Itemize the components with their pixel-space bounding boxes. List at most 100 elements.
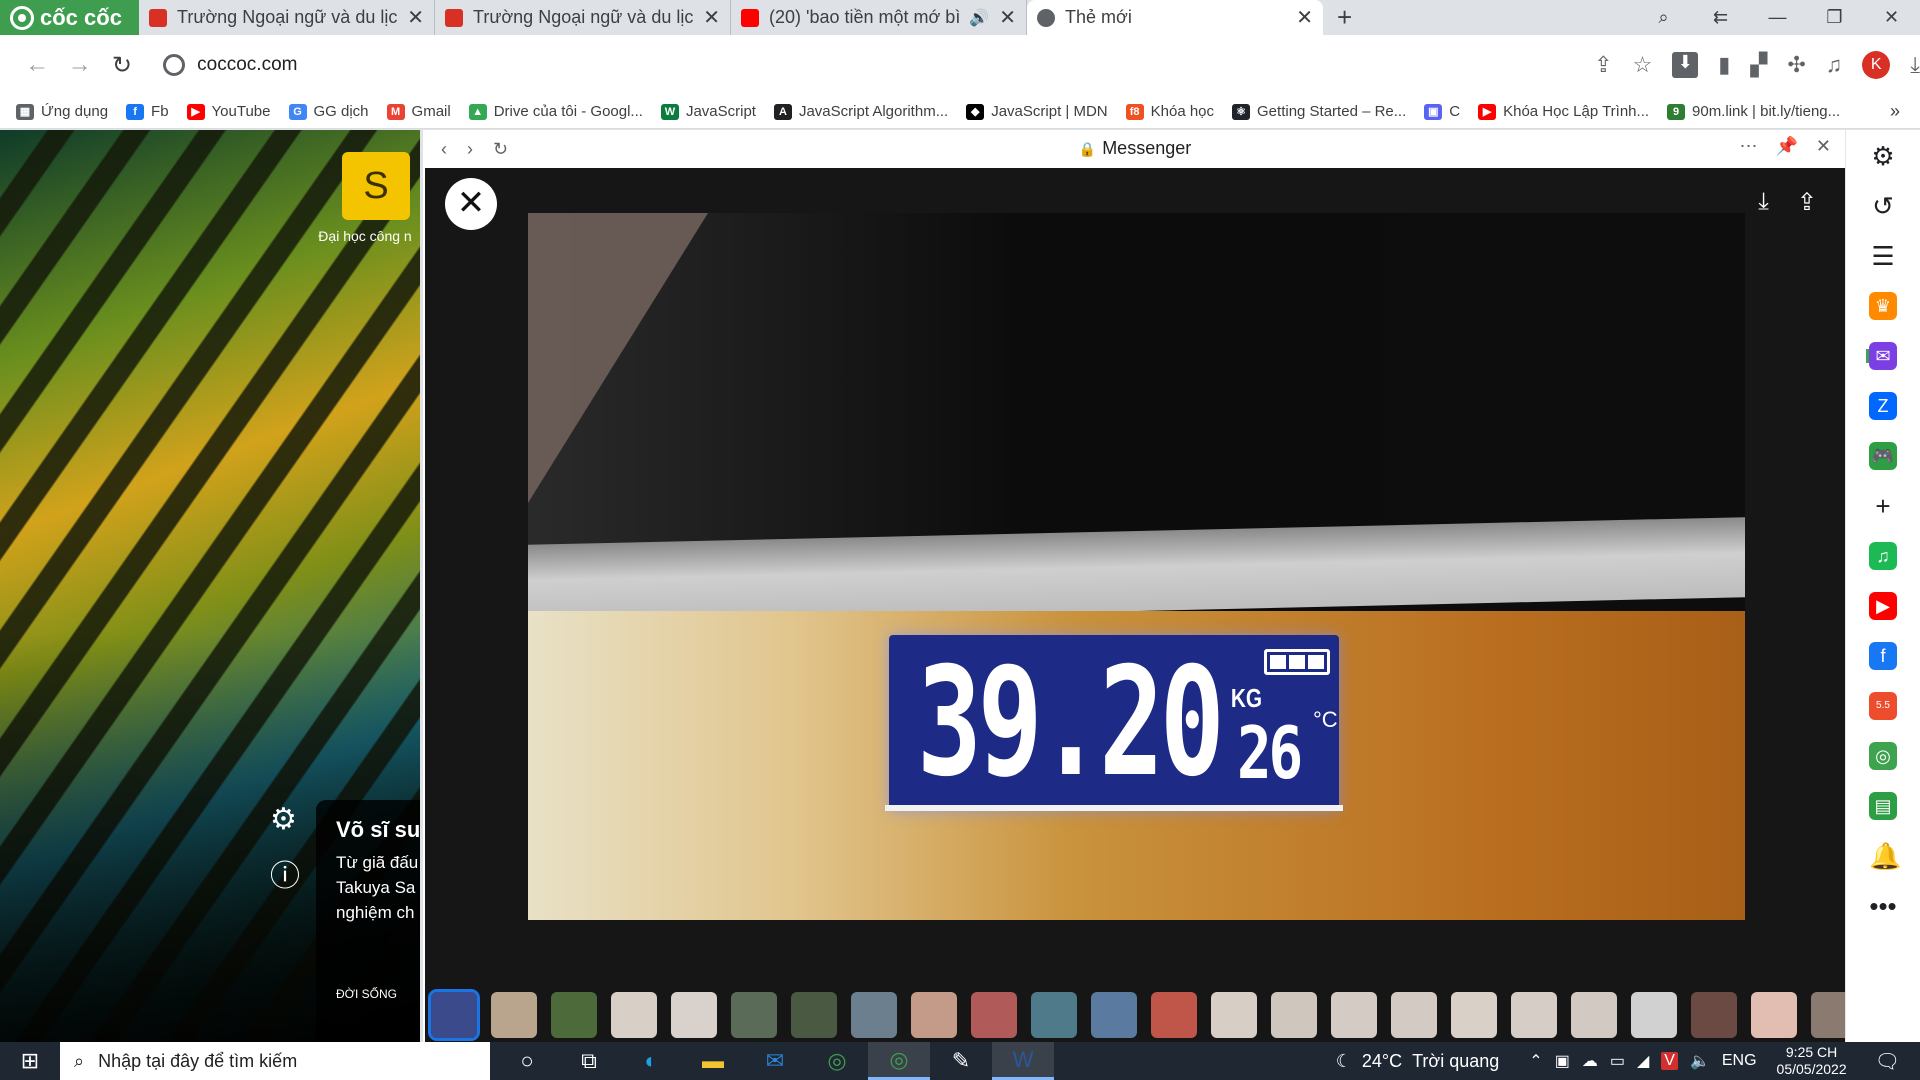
reading-list-icon[interactable]: ☰ bbox=[1869, 242, 1897, 270]
word-icon[interactable]: W bbox=[992, 1042, 1054, 1080]
close-viewer-button[interactable]: ✕ bbox=[445, 178, 497, 230]
history-icon[interactable]: ↺ bbox=[1869, 192, 1897, 220]
download-icon[interactable]: ⤓ bbox=[1758, 188, 1769, 217]
speed-dial-shortcut[interactable]: S Đại học công n bbox=[318, 152, 412, 244]
game-icon[interactable]: 🎮 bbox=[1869, 442, 1897, 470]
close-tab-icon[interactable]: ✕ bbox=[407, 5, 424, 30]
share-icon[interactable]: ⇪ bbox=[1594, 52, 1612, 78]
bookmark-item[interactable]: ▦ Ứng dụng bbox=[16, 103, 108, 120]
photo-thumbnail[interactable] bbox=[1391, 992, 1437, 1038]
music-icon[interactable]: ♫ bbox=[1826, 52, 1843, 78]
photo-thumbnail[interactable] bbox=[1091, 992, 1137, 1038]
paint-icon[interactable]: ✎ bbox=[930, 1042, 992, 1080]
photo-thumbnail[interactable] bbox=[1631, 992, 1677, 1038]
bookmark-item[interactable]: ▲ Drive của tôi - Googl... bbox=[468, 103, 643, 120]
task-view-icon[interactable]: ⧉ bbox=[558, 1042, 620, 1080]
messenger-icon[interactable]: ✉ bbox=[1869, 342, 1897, 370]
bookmark-item[interactable]: ▣ C bbox=[1424, 103, 1460, 120]
photo-thumbnail[interactable] bbox=[611, 992, 657, 1038]
address-bar[interactable]: coccoc.com bbox=[153, 44, 1454, 86]
bookmark-item[interactable]: ▶ YouTube bbox=[186, 103, 271, 120]
facebook-icon[interactable]: f bbox=[1869, 642, 1897, 670]
photo-thumbnail[interactable] bbox=[551, 992, 597, 1038]
close-tab-icon[interactable]: ✕ bbox=[1296, 5, 1313, 30]
photo-thumbnail[interactable] bbox=[1571, 992, 1617, 1038]
reload-icon[interactable]: ↻ bbox=[101, 51, 143, 80]
add-icon[interactable]: + bbox=[1869, 492, 1897, 520]
photo-thumbnail[interactable] bbox=[911, 992, 957, 1038]
zalo-icon[interactable]: Z bbox=[1869, 392, 1897, 420]
windows-start-icon[interactable]: ⊞ bbox=[0, 1048, 60, 1074]
settings-icon[interactable]: ⚙ bbox=[1869, 142, 1897, 170]
coccoc-app-icon[interactable]: ◎ bbox=[806, 1042, 868, 1080]
downloads-icon[interactable]: ⤓ bbox=[1910, 52, 1920, 78]
battery-tray-icon[interactable]: ▭ bbox=[1610, 1051, 1625, 1071]
close-tab-icon[interactable]: ✕ bbox=[999, 5, 1016, 30]
bookmark-star-icon[interactable]: ☆ bbox=[1633, 52, 1653, 78]
bookmark-item[interactable]: M Gmail bbox=[386, 103, 451, 120]
photo-thumbnail[interactable] bbox=[1151, 992, 1197, 1038]
tab-4-active[interactable]: Thẻ mới ✕ bbox=[1027, 0, 1323, 35]
onedrive-icon[interactable]: ☁ bbox=[1582, 1051, 1598, 1071]
youtube-icon[interactable]: ▶ bbox=[1869, 592, 1897, 620]
photo-thumbnail[interactable] bbox=[1331, 992, 1377, 1038]
photo-thumbnail[interactable] bbox=[491, 992, 537, 1038]
search-tabs-icon[interactable]: ⌕ bbox=[1635, 7, 1692, 28]
speaker-icon[interactable]: 🔊 bbox=[969, 8, 989, 28]
savior-download-icon[interactable]: ⬇ bbox=[1672, 52, 1699, 78]
photo-thumbnail[interactable] bbox=[851, 992, 897, 1038]
profile-avatar[interactable]: K bbox=[1862, 51, 1891, 79]
panel-more-icon[interactable]: ⋯ bbox=[1739, 136, 1757, 157]
restore-icon[interactable]: ❐ bbox=[1806, 7, 1863, 28]
coccoc-brand[interactable]: cốc cốc bbox=[0, 0, 139, 35]
extension-1-icon[interactable]: ▮ bbox=[1718, 52, 1730, 78]
close-tab-icon[interactable]: ✕ bbox=[703, 5, 720, 30]
bookmark-item[interactable]: G GG dịch bbox=[288, 103, 369, 120]
pin-icon[interactable]: 📌 bbox=[1775, 136, 1797, 157]
volume-icon[interactable]: 🔈 bbox=[1690, 1051, 1710, 1071]
language-indicator[interactable]: ENG bbox=[1722, 1052, 1757, 1070]
bell-icon[interactable]: 🔔 bbox=[1869, 842, 1901, 870]
bookmark-item[interactable]: ▶ Khóa Học Lập Trình... bbox=[1478, 103, 1649, 120]
photo-thumbnail[interactable] bbox=[428, 989, 480, 1041]
photo-thumbnail[interactable] bbox=[1031, 992, 1077, 1038]
photo-thumbnail[interactable] bbox=[731, 992, 777, 1038]
file-explorer-icon[interactable]: ▬ bbox=[682, 1042, 744, 1080]
back-to-tabs-icon[interactable]: ⇇ bbox=[1692, 7, 1749, 28]
photo-thumbnail[interactable] bbox=[1751, 992, 1797, 1038]
bookmark-item[interactable]: ⚛ Getting Started – Re... bbox=[1232, 103, 1406, 120]
bookmark-item[interactable]: f8 Khóa học bbox=[1125, 103, 1214, 120]
tab-1[interactable]: Trường Ngoại ngữ và du lịch ✕ bbox=[139, 0, 435, 35]
photo-thumbnail[interactable] bbox=[671, 992, 717, 1038]
photo-thumbnail[interactable] bbox=[1511, 992, 1557, 1038]
close-window-icon[interactable]: ✕ bbox=[1863, 7, 1920, 28]
photo-thumbnail[interactable] bbox=[1271, 992, 1317, 1038]
new-tab-button[interactable]: + bbox=[1337, 0, 1352, 35]
url-text[interactable]: coccoc.com bbox=[197, 54, 297, 76]
extensions-puzzle-icon[interactable]: ✣ bbox=[1787, 52, 1805, 78]
network-icon[interactable]: ◢ bbox=[1637, 1051, 1649, 1071]
crown-icon[interactable]: ♛ bbox=[1869, 292, 1897, 320]
bookmark-item[interactable]: W JavaScript bbox=[660, 103, 756, 120]
share-icon[interactable]: ⇪ bbox=[1797, 188, 1817, 217]
back-arrow-icon[interactable]: ← bbox=[16, 51, 58, 79]
cortana-icon[interactable]: ○ bbox=[496, 1042, 558, 1080]
tab-2[interactable]: Trường Ngoại ngữ và du lịch ✕ bbox=[435, 0, 731, 35]
weather-widget[interactable]: ☾ 24°C Trời quang bbox=[1336, 1051, 1500, 1072]
bookmark-item[interactable]: f Fb bbox=[126, 103, 169, 120]
news-card[interactable]: Võ sĩ su nghệ Từ giã đấu Takuya Sa nghiệ… bbox=[316, 800, 420, 1042]
bookmarks-overflow-button[interactable]: » bbox=[1890, 101, 1900, 122]
antivirus-icon[interactable]: V bbox=[1661, 1052, 1678, 1070]
forward-arrow-icon[interactable]: → bbox=[58, 51, 100, 79]
coccoc-profile-icon[interactable]: ◎ bbox=[868, 1042, 930, 1080]
photo-thumbnail[interactable] bbox=[1691, 992, 1737, 1038]
shopee-icon[interactable]: 5.5 bbox=[1869, 692, 1897, 720]
mail-icon[interactable]: ✉ bbox=[744, 1042, 806, 1080]
bookmark-item[interactable]: 9 90m.link | bit.ly/tieng... bbox=[1667, 103, 1840, 120]
calculator-icon[interactable]: ▤ bbox=[1869, 792, 1897, 820]
bookmark-item[interactable]: A JavaScript Algorithm... bbox=[773, 103, 948, 120]
photo-thumbnail[interactable] bbox=[1211, 992, 1257, 1038]
edge-icon[interactable]: ◐ bbox=[620, 1042, 682, 1080]
notification-center-icon[interactable]: 🗨 bbox=[1875, 1049, 1900, 1074]
tab-3[interactable]: (20) 'bao tiền một mớ bìn 🔊 ✕ bbox=[731, 0, 1027, 35]
